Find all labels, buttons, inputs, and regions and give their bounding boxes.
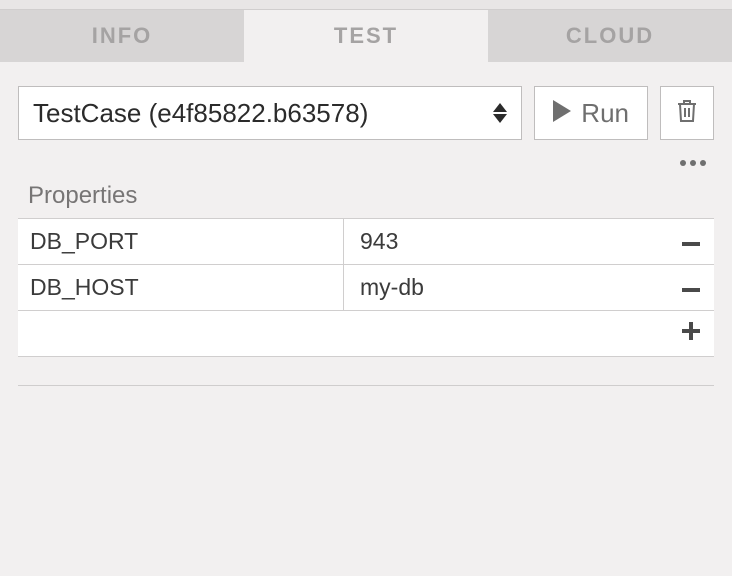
more-button[interactable] [676, 156, 710, 170]
run-button[interactable]: Run [534, 86, 648, 140]
window-top-bar [0, 0, 732, 10]
tab-info[interactable]: INFO [0, 10, 244, 62]
updown-icon [493, 103, 507, 123]
dots-icon [680, 160, 686, 166]
properties-table: DB_PORT 943 DB_HOST my-db [18, 218, 714, 357]
tab-test-label: TEST [334, 23, 398, 49]
tab-cloud[interactable]: CLOUD [488, 10, 732, 62]
test-toolbar: TestCase (e4f85822.b63578) Run [18, 86, 714, 140]
plus-icon [682, 322, 700, 345]
play-icon [553, 100, 571, 127]
run-button-label: Run [581, 98, 629, 129]
more-row [18, 140, 714, 178]
remove-property-button[interactable] [668, 219, 714, 264]
remove-property-button[interactable] [668, 265, 714, 310]
minus-icon [682, 279, 700, 297]
table-row: DB_HOST my-db [18, 265, 714, 311]
dots-icon [700, 160, 706, 166]
trash-icon [676, 99, 698, 128]
tab-info-label: INFO [92, 23, 153, 49]
panel-divider [18, 385, 714, 386]
property-value[interactable]: my-db [344, 265, 668, 310]
delete-button[interactable] [660, 86, 714, 140]
tab-test[interactable]: TEST [244, 10, 488, 62]
property-key[interactable]: DB_PORT [18, 219, 344, 264]
property-value[interactable]: 943 [344, 219, 668, 264]
tab-bar: INFO TEST CLOUD [0, 10, 732, 62]
properties-title: Properties [18, 178, 714, 218]
dots-icon [690, 160, 696, 166]
testcase-select[interactable]: TestCase (e4f85822.b63578) [18, 86, 522, 140]
property-key[interactable]: DB_HOST [18, 265, 344, 310]
testcase-select-label: TestCase (e4f85822.b63578) [33, 98, 368, 129]
test-panel: TestCase (e4f85822.b63578) Run [0, 62, 732, 386]
add-property-row [18, 311, 714, 357]
add-property-button[interactable] [668, 311, 714, 356]
minus-icon [682, 233, 700, 251]
tab-cloud-label: CLOUD [566, 23, 654, 49]
table-row: DB_PORT 943 [18, 219, 714, 265]
